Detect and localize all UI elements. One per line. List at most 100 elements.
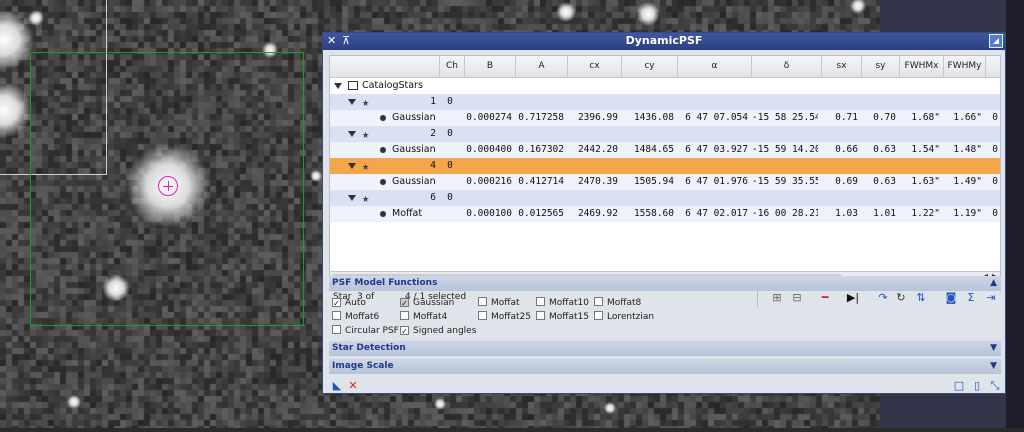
psf-option-checkbox[interactable]: Moffat10 — [536, 297, 589, 309]
checkbox-icon[interactable] — [594, 297, 603, 306]
table-header: Ch B Acx cy α δ sx sy FWHMx FWHMy — [330, 56, 1000, 78]
psf-fit-row[interactable]: Gaussian 0.000216 0.412714 2470.39 1505.94 6 … — [330, 174, 1000, 190]
cell-sy: 0.63 — [873, 144, 896, 155]
expand-arrow-icon[interactable] — [348, 163, 356, 169]
psf-function-name: Gaussian — [392, 176, 436, 187]
psf-option-checkbox[interactable]: ✓ Auto — [332, 297, 366, 309]
psf-option-checkbox[interactable]: ✓ Gaussian — [400, 297, 454, 309]
checkbox-icon[interactable]: ✓ — [400, 298, 409, 308]
cell-more: 0 — [992, 208, 998, 219]
star-icon: ★ — [362, 127, 370, 141]
star-row[interactable]: ★ 4 0 — [330, 158, 1000, 174]
expand-arrow-icon[interactable] — [348, 195, 356, 201]
cell-A: 0.167302 — [518, 144, 564, 155]
reset-icon[interactable]: ✕ — [345, 378, 361, 394]
cell-alpha: 6 47 01.976 — [685, 176, 748, 187]
cell-delta: -15 59 35.55 — [752, 176, 818, 187]
psf-option-checkbox[interactable]: Moffat25 — [478, 311, 531, 323]
section-psf-model-functions[interactable]: PSF Model Functions ▲ — [329, 276, 1001, 291]
checkbox-icon[interactable] — [332, 311, 341, 320]
checkbox-icon[interactable] — [594, 311, 603, 320]
cell-A: 0.012565 — [518, 208, 564, 219]
psf-function-icon — [380, 211, 386, 217]
cell-cy: 1484.65 — [633, 144, 674, 155]
column-header[interactable]: sx — [822, 56, 862, 77]
psf-option-checkbox[interactable]: Moffat8 — [594, 297, 641, 309]
star-icon: ★ — [362, 95, 370, 109]
fullscreen-icon[interactable]: ⤡ — [987, 378, 1003, 394]
cell-sx: 0.66 — [835, 144, 858, 155]
cell-cx: 2470.39 — [577, 176, 618, 187]
section-image-scale[interactable]: Image Scale ▼ — [329, 359, 1001, 374]
cell-cx: 2396.99 — [577, 112, 618, 123]
checkbox-icon[interactable] — [536, 311, 545, 320]
cell-sy: 0.63 — [873, 176, 896, 187]
section-star-detection-label: Star Detection — [332, 343, 406, 353]
cell-cy: 1558.60 — [633, 208, 674, 219]
cell-alpha: 6 47 03.927 — [685, 144, 748, 155]
cell-sx: 0.69 — [835, 176, 858, 187]
section-image-scale-label: Image Scale — [332, 361, 394, 371]
new-instance-icon[interactable]: ◣ — [329, 378, 345, 394]
collapse-caret-icon[interactable]: ▲ — [990, 276, 997, 291]
star-row[interactable]: ★ 6 0 — [330, 190, 1000, 206]
document-icon[interactable]: ▯ — [969, 378, 985, 394]
star-crosshair-icon — [158, 176, 178, 196]
column-header[interactable]: B — [465, 56, 516, 77]
expand-caret-icon[interactable]: ▼ — [990, 359, 997, 374]
psf-option-checkbox[interactable]: Moffat15 — [536, 311, 589, 323]
expand-arrow-icon[interactable] — [334, 83, 342, 89]
dynamicpsf-window: ✕ ⊼ DynamicPSF Ch B Acx cy α δ sx sy FWHMx FWHMy … — [322, 32, 1006, 394]
cell-sx: 0.71 — [835, 112, 858, 123]
cell-fwhmy: 1.19" — [953, 208, 982, 219]
column-header-tree[interactable] — [330, 56, 440, 77]
checkbox-icon[interactable]: ✓ — [400, 326, 409, 336]
checkbox-icon[interactable] — [536, 297, 545, 306]
cell-cy: 1436.08 — [633, 112, 674, 123]
section-star-detection[interactable]: Star Detection ▼ — [329, 341, 1001, 356]
column-header[interactable]: Ch — [440, 56, 465, 77]
psf-option-checkbox[interactable]: Moffat6 — [332, 311, 379, 323]
expand-arrow-icon[interactable] — [348, 131, 356, 137]
psf-fit-row[interactable]: Moffat 0.000100 0.012565 2469.92 1558.60 6 47… — [330, 206, 1000, 222]
checkbox-icon[interactable] — [332, 325, 341, 334]
star-number: 4 — [430, 160, 436, 171]
checkbox-label: Moffat25 — [491, 312, 531, 322]
browse-doc-icon[interactable]: □ — [951, 378, 967, 394]
psf-option-checkbox[interactable]: Moffat — [478, 297, 520, 309]
psf-option-checkbox[interactable]: Circular PSF — [332, 325, 399, 337]
expand-caret-icon[interactable]: ▼ — [990, 341, 997, 356]
psf-option-checkbox[interactable]: ✓ Signed angles — [400, 325, 476, 337]
cell-fwhmy: 1.49" — [953, 176, 982, 187]
cell-alpha: 6 47 07.054 — [685, 112, 748, 123]
checkbox-icon[interactable]: ✓ — [332, 298, 341, 308]
column-header[interactable]: α — [678, 56, 752, 77]
star-row[interactable]: ★ 1 0 — [330, 94, 1000, 110]
star-row[interactable]: ★ 2 0 — [330, 126, 1000, 142]
column-header[interactable]: δ — [752, 56, 822, 77]
tree-root-row[interactable]: CatalogStars — [330, 78, 1000, 94]
psf-fit-row[interactable]: Gaussian 0.000274 0.717258 2396.99 1436.08 6 … — [330, 110, 1000, 126]
column-header[interactable]: A — [516, 56, 568, 77]
psf-option-checkbox[interactable]: Lorentzian — [594, 311, 654, 323]
checkbox-icon[interactable] — [400, 311, 409, 320]
star-table[interactable]: Ch B Acx cy α δ sx sy FWHMx FWHMy CatalogStars ★ 1 0… — [329, 55, 1001, 283]
maximize-icon[interactable] — [989, 34, 1003, 48]
column-header[interactable]: cy — [622, 56, 678, 77]
column-header[interactable]: cx — [568, 56, 622, 77]
star-number: 6 — [430, 192, 436, 203]
psf-option-checkbox[interactable]: Moffat4 — [400, 311, 447, 323]
checkbox-icon[interactable] — [478, 297, 487, 306]
title-bar[interactable]: ✕ ⊼ DynamicPSF — [323, 33, 1005, 50]
checkbox-label: Gaussian — [413, 298, 455, 308]
star-icon: ★ — [362, 159, 370, 173]
column-header[interactable]: sy — [862, 56, 900, 77]
cell-fwhmx: 1.22" — [911, 208, 940, 219]
psf-fit-row[interactable]: Gaussian 0.000400 0.167302 2442.20 1484.65 6 … — [330, 142, 1000, 158]
checkbox-icon[interactable] — [478, 311, 487, 320]
column-header[interactable]: FWHMy — [944, 56, 986, 77]
expand-arrow-icon[interactable] — [348, 99, 356, 105]
column-header[interactable]: FWHMx — [900, 56, 944, 77]
checkbox-label: Moffat15 — [549, 312, 589, 322]
checkbox-label: Auto — [345, 298, 366, 308]
